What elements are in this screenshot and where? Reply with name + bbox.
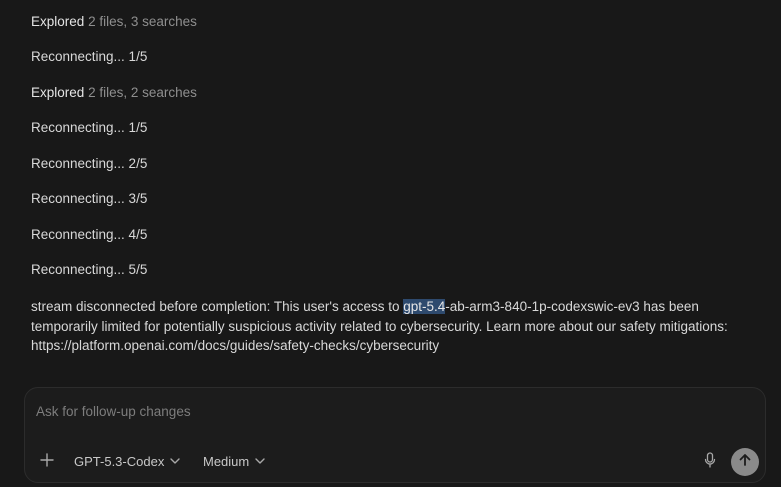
chevron-down-icon (170, 458, 181, 464)
voice-input-button[interactable] (702, 451, 718, 473)
log-entry-detail: 2 files, 3 searches (88, 14, 197, 29)
plus-icon (40, 452, 54, 470)
arrow-up-icon (738, 453, 752, 472)
model-selector[interactable]: GPT-5.3-Codex (74, 450, 181, 472)
log-entry-reconnecting: Reconnecting... 5/5 (31, 262, 148, 277)
send-button[interactable] (731, 448, 759, 476)
log-entry-label: Explored (31, 85, 85, 100)
model-label: GPT-5.3-Codex (74, 453, 165, 469)
add-attachment-button[interactable] (39, 450, 55, 472)
log-entry-reconnecting: Reconnecting... 2/5 (31, 156, 148, 171)
composer: GPT-5.3-Codex Medium (24, 387, 766, 483)
log-entry-explored[interactable]: Explored 2 files, 2 searches (31, 84, 197, 102)
log-entry-detail: 2 files, 2 searches (88, 85, 197, 100)
log-entry-explored[interactable]: Explored 2 files, 3 searches (31, 13, 197, 31)
log-entry-reconnecting: Reconnecting... 1/5 (31, 49, 148, 64)
error-message: stream disconnected before completion: T… (31, 297, 756, 356)
selected-text-highlight: gpt-5.4 (403, 299, 446, 314)
log-entry-reconnecting: Reconnecting... 3/5 (31, 191, 148, 206)
microphone-icon (704, 451, 716, 473)
chevron-down-icon (255, 458, 265, 464)
log-entry-reconnecting: Reconnecting... 4/5 (31, 227, 148, 242)
follow-up-input[interactable] (36, 401, 736, 421)
effort-label: Medium (203, 453, 250, 469)
error-text-start: stream disconnected before completion: T… (31, 299, 404, 314)
reasoning-effort-selector[interactable]: Medium (203, 450, 265, 472)
log-entry-reconnecting: Reconnecting... 1/5 (31, 120, 148, 135)
log-entry-label: Explored (31, 14, 85, 29)
